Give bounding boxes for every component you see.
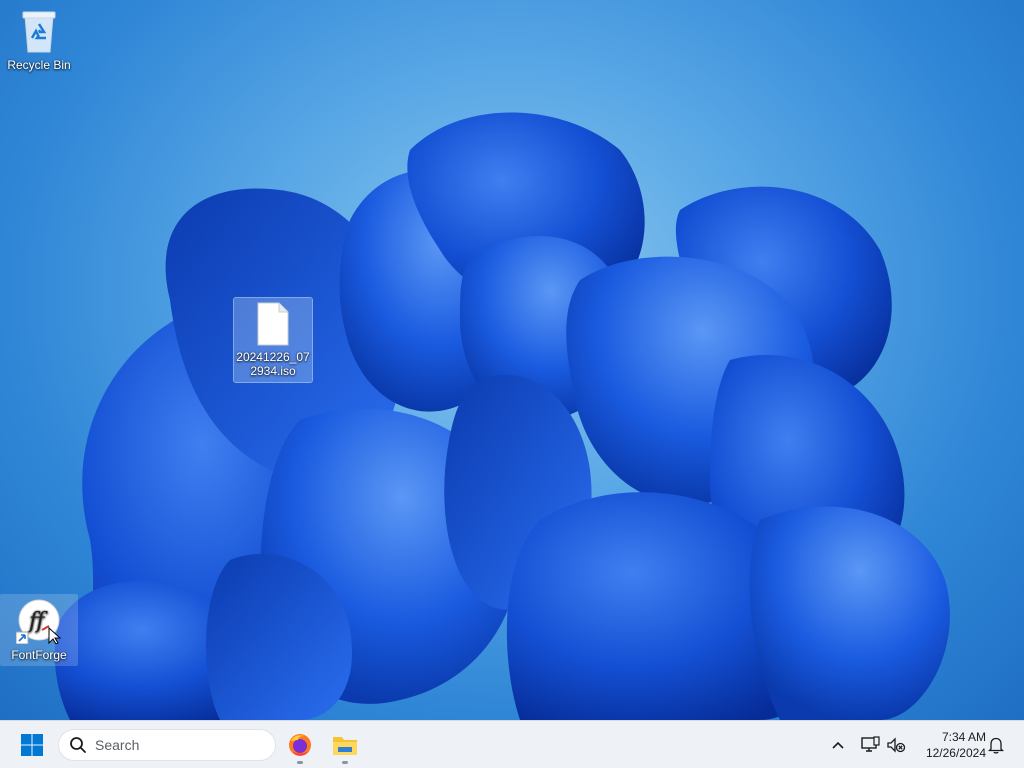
desktop-icon-label: FontForge [11,648,67,662]
search-icon [70,737,86,753]
clock-date: 12/26/2024 [925,746,986,760]
taskbar: Search 7:34 AM 12/26/2024 [0,720,1024,768]
sound-muted-icon [887,737,906,753]
wallpaper-bloom [54,112,950,720]
firefox-icon [289,734,311,756]
taskbar-app-firefox[interactable] [280,725,320,765]
taskbar-app-file-explorer[interactable] [325,725,365,765]
petals [54,112,950,720]
running-indicator [342,761,348,764]
volume-tray-button[interactable] [884,725,908,765]
desktop-icon-label: Recycle Bin [7,58,71,72]
iso-file-desktop-icon[interactable]: 20241226_072934.iso [233,297,313,383]
show-hidden-icons-button[interactable] [826,725,850,765]
network-tray-button[interactable] [858,725,882,765]
fontforge-desktop-icon[interactable]: ff FontForge [0,594,78,666]
fontforge-icon: ff [16,599,62,644]
start-button[interactable] [12,725,52,765]
notifications-button[interactable] [984,725,1008,765]
recycle-bin-icon [22,11,56,53]
network-icon [861,736,880,752]
desktop-icon-label: 20241226_072934.iso [236,350,310,378]
system-clock[interactable]: 7:34 AM 12/26/2024 [914,729,986,761]
file-icon [257,302,289,346]
search-input[interactable]: Search [58,729,276,761]
bell-icon [988,737,1004,754]
windows-logo-icon [21,734,43,756]
recycle-bin-desktop-icon[interactable]: Recycle Bin [0,4,78,76]
chevron-up-icon [832,741,844,749]
folder-icon [333,737,357,755]
running-indicator [297,761,303,764]
clock-time: 7:34 AM [941,730,986,744]
search-placeholder: Search [95,737,140,753]
desktop[interactable]: Recycle Bin 20241226_072934.iso ff FontF… [0,0,1024,720]
